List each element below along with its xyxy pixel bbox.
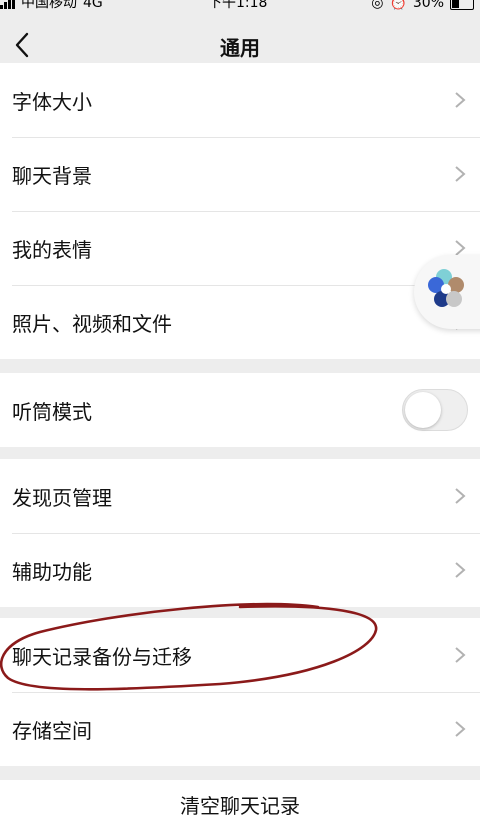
settings-group-discover: 发现页管理 辅助功能 [0,459,480,607]
clear-chat-history-button[interactable]: 清空聊天记录 [0,780,480,829]
page-title: 通用 [220,36,260,60]
row-label: 聊天背景 [12,163,92,188]
row-label: 发现页管理 [12,485,112,510]
row-accessibility[interactable]: 辅助功能 [0,533,480,607]
floating-ball[interactable] [414,255,480,329]
row-chat-background[interactable]: 聊天背景 [0,137,480,211]
chevron-right-icon [455,562,466,578]
alarm-icon: ⏰ [389,0,407,11]
row-label: 字体大小 [12,89,92,114]
row-earpiece-mode: 听筒模式 [0,373,480,447]
signal-icon [0,0,15,9]
row-my-stickers[interactable]: 我的表情 [0,211,480,285]
network-label: 4G [83,0,103,11]
carrier-label: 中国移动 [21,0,77,11]
settings-group-earpiece: 听筒模式 [0,373,480,447]
row-label: 存储空间 [12,718,92,743]
row-storage-space[interactable]: 存储空间 [0,692,480,766]
status-bar: 中国移动 4G 下午1:18 ◎ ⏰ 30% [0,0,480,14]
row-chat-backup-migration[interactable]: 聊天记录备份与迁移 [0,618,480,692]
row-font-size[interactable]: 字体大小 [0,63,480,137]
settings-group-display: 字体大小 聊天背景 我的表情 照片、视频和文件 [0,63,480,359]
floating-ball-icon [428,269,464,307]
earpiece-mode-toggle[interactable] [402,389,468,431]
chevron-right-icon [455,166,466,182]
row-label: 辅助功能 [12,559,92,584]
toggle-knob [405,392,441,428]
settings-group-storage: 聊天记录备份与迁移 存储空间 [0,618,480,766]
time-label: 下午1:18 [208,0,268,11]
row-discover-management[interactable]: 发现页管理 [0,459,480,533]
row-label: 我的表情 [12,237,92,262]
chevron-right-icon [455,488,466,504]
chevron-right-icon [455,92,466,108]
battery-label: 30% [412,0,444,11]
row-label: 照片、视频和文件 [12,311,172,336]
row-label: 听筒模式 [12,399,92,424]
row-label: 聊天记录备份与迁移 [12,644,192,669]
battery-icon [450,0,474,10]
row-photos-videos-files[interactable]: 照片、视频和文件 [0,285,480,359]
chevron-right-icon [455,721,466,737]
chevron-right-icon [455,647,466,663]
lock-rotation-icon: ◎ [371,0,384,11]
clear-label: 清空聊天记录 [180,794,300,818]
